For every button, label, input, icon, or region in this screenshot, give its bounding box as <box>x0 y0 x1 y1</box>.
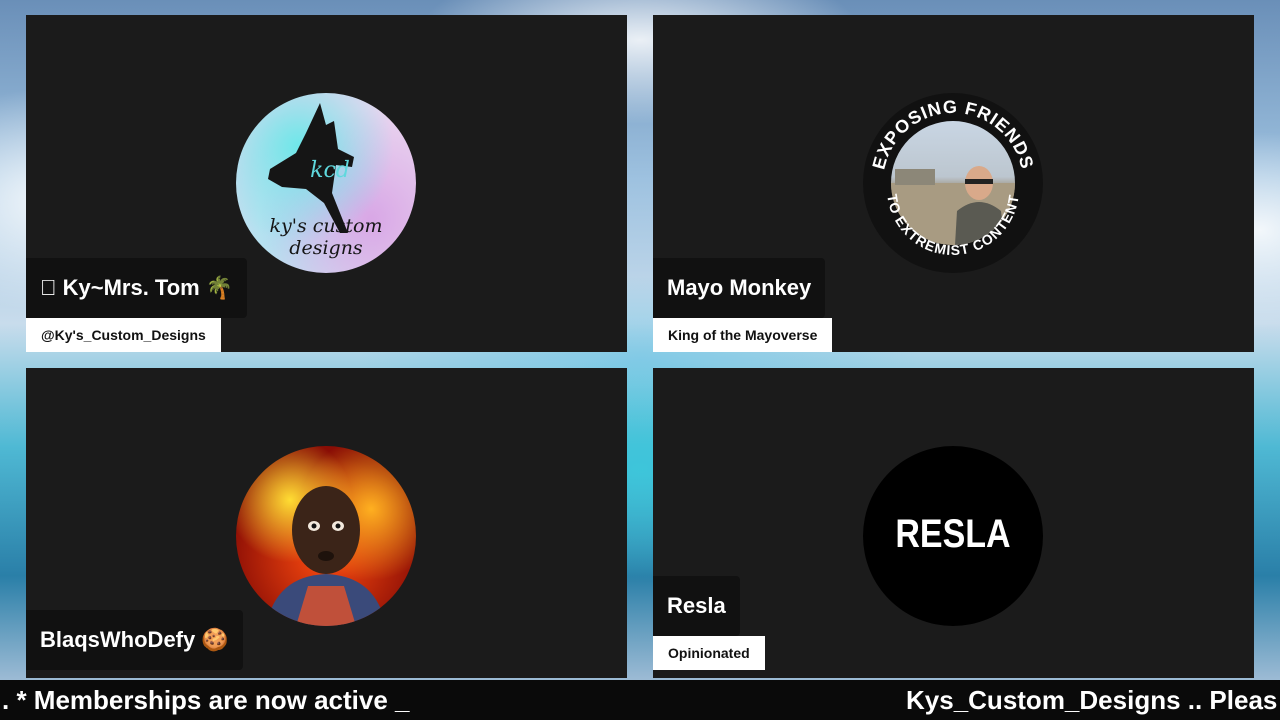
badge-ring-top-text: EXPOSING FRIENDS <box>868 97 1036 172</box>
participant-tile-resla: RESLA Resla Opinionated <box>653 368 1254 678</box>
badge-ring-bottom-text: TO EXTREMIST CONTENT <box>884 193 1021 258</box>
svg-text:EXPOSING FRIENDS: EXPOSING FRIENDS <box>868 97 1037 172</box>
flame-portrait-avatar <box>236 446 416 626</box>
participant-subtitle: Opinionated <box>653 636 765 670</box>
participant-name: Mayo Monkey <box>653 258 826 318</box>
svg-text:TO EXTREMIST CONTENT: TO EXTREMIST CONTENT <box>884 193 1022 258</box>
kcd-logo-text: ky's custom designs <box>269 215 383 259</box>
svg-text:kcd: kcd <box>310 158 350 183</box>
scrolling-ticker: . * Memberships are now active _ Kys_Cus… <box>0 680 1280 720</box>
participant-tile-blaqs: BlaqsWhoDefy 🍪 <box>26 368 627 678</box>
participant-name:   Ky~Mrs. Tom 🌴 <box>26 258 248 318</box>
stream-canvas: kcd ky's custom designs   Ky~Mrs. Tom 🌴 … <box>0 0 1280 720</box>
participant-name: BlaqsWhoDefy 🍪 <box>26 610 243 670</box>
ticker-text-left: . * Memberships are now active _ <box>2 685 410 715</box>
participant-tile-mayo: EXPOSING FRIENDS TO EXTREMIST CONTENT Ma… <box>653 15 1254 352</box>
exposing-friends-badge-avatar: EXPOSING FRIENDS TO EXTREMIST CONTENT <box>863 93 1043 273</box>
participant-tile-ky: kcd ky's custom designs   Ky~Mrs. Tom 🌴 … <box>26 15 627 352</box>
ticker-text-right: Kys_Custom_Designs .. Pleas <box>906 685 1278 715</box>
resla-logo-text: RESLA <box>895 512 1011 556</box>
participant-subtitle: King of the Mayoverse <box>653 318 833 352</box>
kcd-logo-avatar: kcd ky's custom designs <box>236 93 416 273</box>
resla-logo-avatar: RESLA <box>863 446 1043 626</box>
participant-name: Resla <box>653 576 740 636</box>
participant-handle: @Ky's_Custom_Designs <box>26 318 221 352</box>
person-portrait <box>266 486 386 626</box>
